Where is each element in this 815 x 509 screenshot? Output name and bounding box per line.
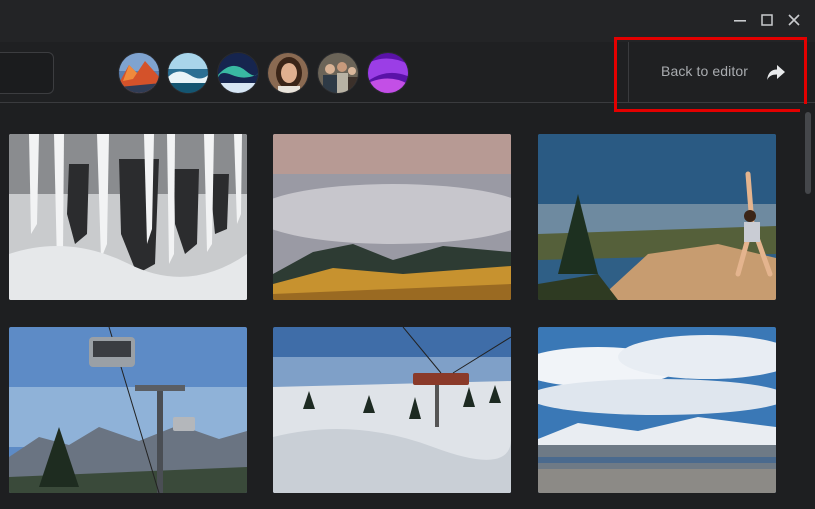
gallery-image-snowy-valley-view[interactable] (538, 327, 776, 493)
avatar-purple-abstract[interactable] (367, 52, 409, 94)
maximize-icon[interactable] (759, 12, 775, 28)
scrollbar-thumb[interactable] (805, 112, 811, 194)
avatar-woman-portrait[interactable] (267, 52, 309, 94)
search-input[interactable] (0, 52, 54, 94)
image-gallery (0, 104, 800, 509)
gallery-image-cloudy-mountains[interactable] (273, 134, 511, 300)
back-to-editor-button[interactable]: Back to editor (628, 42, 804, 102)
toolbar: Back to editor (0, 42, 815, 103)
title-bar (0, 0, 815, 42)
gallery-image-chairlift-mountains[interactable] (9, 327, 247, 493)
gallery-image-icicles[interactable] (9, 134, 247, 300)
minimize-icon[interactable] (732, 12, 748, 28)
avatar-aurora[interactable] (217, 52, 259, 94)
share-arrow-icon (766, 62, 786, 87)
avatar-ocean-wave[interactable] (167, 52, 209, 94)
avatar-mountain-sunset[interactable] (118, 52, 160, 94)
close-icon[interactable] (786, 12, 802, 28)
gallery-image-yoga-cliff[interactable] (538, 134, 776, 300)
avatar-group-photo[interactable] (317, 52, 359, 94)
back-to-editor-label: Back to editor (661, 63, 748, 79)
gallery-image-snowy-slope-chairlift[interactable] (273, 327, 511, 493)
